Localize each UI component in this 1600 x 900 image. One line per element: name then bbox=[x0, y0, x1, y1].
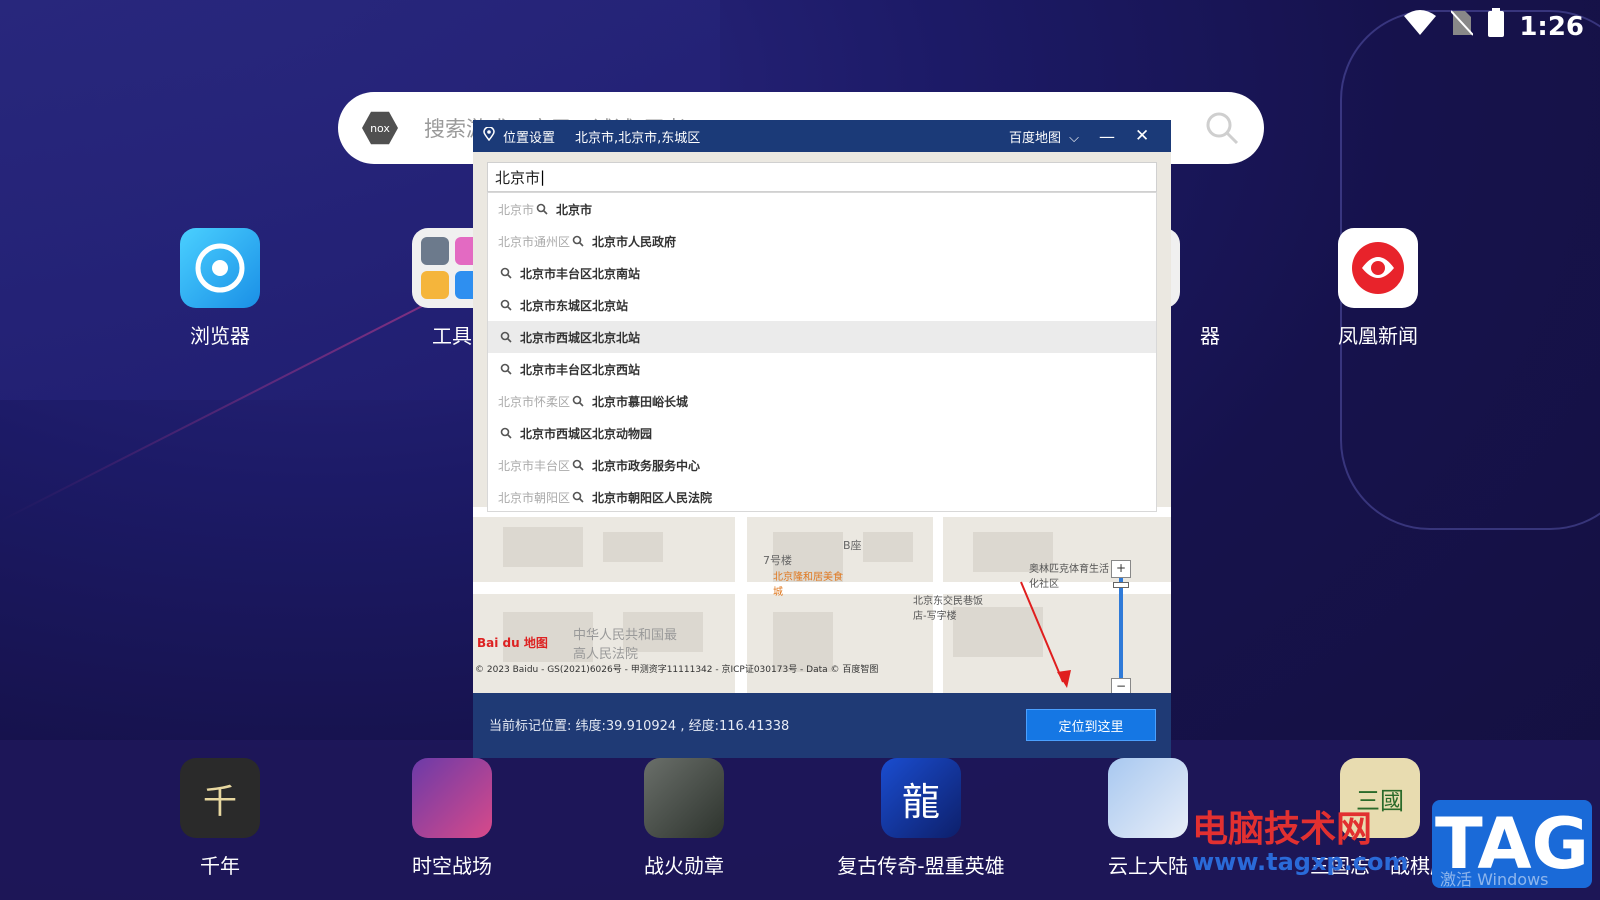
nox-logo-icon: nox bbox=[362, 111, 398, 145]
app-ifeng-news[interactable]: 凤凰新闻 bbox=[1298, 228, 1458, 349]
suggestion-item[interactable]: 北京市西城区北京动物园 bbox=[488, 417, 1156, 449]
map-label: 中华人民共和国最高人民法院 bbox=[573, 628, 678, 662]
search-icon[interactable] bbox=[1204, 110, 1240, 146]
suggestion-name: 北京市西城区北京动物园 bbox=[520, 426, 653, 441]
suggestion-name: 北京市东城区北京站 bbox=[520, 298, 629, 313]
suggestion-name: 北京市政务服务中心 bbox=[592, 458, 701, 473]
map-provider-select[interactable]: 百度地图 ⌵ bbox=[1009, 127, 1079, 146]
chevron-down-icon: ⌵ bbox=[1069, 130, 1080, 146]
dock-app-shikong[interactable]: 时空战场 bbox=[372, 758, 532, 879]
suggestion-item[interactable]: 北京市丰台区北京南站 bbox=[488, 257, 1156, 289]
battery-icon bbox=[1487, 8, 1505, 45]
suggestion-name: 北京市丰台区北京西站 bbox=[520, 362, 641, 377]
zoom-in-button[interactable]: + bbox=[1111, 560, 1131, 578]
search-icon bbox=[572, 235, 584, 247]
suggestion-item[interactable]: 北京市丰台区北京西站 bbox=[488, 353, 1156, 385]
suggestion-name: 北京市 bbox=[556, 202, 593, 217]
suggestion-name: 北京市西城区北京北站 bbox=[520, 330, 641, 345]
watermark-url: www.tagxp.com bbox=[1192, 848, 1409, 876]
map-label: 7号楼 bbox=[763, 554, 792, 567]
search-input-value: 北京市 bbox=[495, 168, 541, 187]
map-label: 北京隆和居美食城 bbox=[773, 572, 843, 598]
map-view[interactable]: 7号楼 北京隆和居美食城 B座 北京东交民巷饭店-写字楼 奥林匹克体育生活化社区… bbox=[473, 152, 1171, 693]
location-settings-dialog: 位置设置 北京市,北京市,东城区 百度地图 ⌵ — ✕ 7号楼 北京隆和居美食城… bbox=[473, 120, 1171, 758]
suggestion-prefix: 北京市怀柔区 bbox=[498, 394, 571, 409]
watermark-site-name: 电脑技术网 bbox=[1192, 809, 1373, 850]
ifeng-news-icon bbox=[1338, 228, 1418, 308]
fugu-icon: 龍 bbox=[881, 758, 961, 838]
dock-app-zhanhuo[interactable]: 战火勋章 bbox=[604, 758, 764, 879]
suggestion-item[interactable]: 北京市西城区北京北站 bbox=[488, 321, 1156, 353]
map-copyright: © 2023 Baidu - GS(2021)6026号 - 甲测资字11111… bbox=[475, 665, 879, 675]
zoom-track[interactable] bbox=[1119, 578, 1123, 678]
suggestion-item[interactable]: 北京市怀柔区 北京市慕田峪长城 bbox=[488, 385, 1156, 417]
minimize-icon[interactable]: — bbox=[1099, 127, 1115, 146]
search-icon bbox=[572, 459, 584, 471]
app-label: 战火勋章 bbox=[644, 854, 724, 878]
suggestion-name: 北京市人民政府 bbox=[592, 234, 677, 249]
suggestion-item[interactable]: 北京市朝阳区 北京市朝阳区人民法院 bbox=[488, 481, 1156, 513]
zoom-out-button[interactable]: − bbox=[1111, 678, 1131, 693]
suggestion-prefix: 北京市通州区 bbox=[498, 234, 571, 249]
baidu-logo: Bai du 地图 bbox=[477, 636, 548, 650]
suggestion-name: 北京市慕田峪长城 bbox=[592, 394, 689, 409]
suggestion-list: 北京市 北京市 北京市通州区 北京市人民政府 北京市丰台区北京南站 北京市东城区北京站 北京… bbox=[487, 192, 1157, 512]
suggestion-item[interactable]: 北京市通州区 北京市人民政府 bbox=[488, 225, 1156, 257]
app-label: 浏览器 bbox=[190, 324, 250, 348]
close-icon[interactable]: ✕ bbox=[1135, 126, 1149, 146]
app-label: 千年 bbox=[200, 854, 240, 878]
search-icon bbox=[500, 299, 512, 311]
dialog-title: 位置设置 bbox=[503, 130, 556, 146]
dialog-titlebar: 位置设置 北京市,北京市,东城区 百度地图 ⌵ — ✕ bbox=[473, 120, 1171, 152]
status-bar: 1:26 bbox=[1403, 8, 1584, 45]
map-label: B座 bbox=[843, 539, 862, 552]
qiannian-icon: 千 bbox=[180, 758, 260, 838]
zoom-slider-handle[interactable] bbox=[1113, 582, 1129, 588]
zoom-control[interactable]: + − bbox=[1111, 560, 1131, 693]
suggestion-name: 北京市丰台区北京南站 bbox=[520, 266, 641, 281]
suggestion-prefix: 北京市 bbox=[498, 202, 535, 217]
activate-windows-text: 激活 Windows bbox=[1440, 870, 1549, 889]
suggestion-item[interactable]: 北京市 北京市 bbox=[488, 193, 1156, 225]
suggestion-prefix: 北京市丰台区 bbox=[498, 458, 571, 473]
wifi-icon bbox=[1403, 10, 1437, 43]
search-icon bbox=[572, 491, 584, 503]
app-label: 凤凰新闻 bbox=[1338, 324, 1418, 348]
app-label: 复古传奇-盟重英雄 bbox=[837, 854, 1005, 878]
suggestion-item[interactable]: 北京市东城区北京站 bbox=[488, 289, 1156, 321]
browser-icon bbox=[180, 228, 260, 308]
search-icon bbox=[572, 395, 584, 407]
search-icon bbox=[500, 427, 512, 439]
no-sim-icon bbox=[1450, 9, 1475, 44]
dock-app-qiannian[interactable]: 千 千年 bbox=[140, 758, 300, 879]
search-icon bbox=[500, 267, 512, 279]
location-search-input[interactable]: 北京市 | bbox=[487, 162, 1157, 192]
suggestion-item[interactable]: 北京市丰台区 北京市政务服务中心 bbox=[488, 449, 1156, 481]
dock-app-fugu[interactable]: 龍 复古传奇-盟重英雄 bbox=[836, 758, 1006, 879]
current-marker-position: 当前标记位置: 纬度:39.910924 , 经度:116.41338 bbox=[489, 719, 790, 734]
map-label: 奥林匹克体育生活化社区 bbox=[1029, 564, 1109, 590]
search-icon bbox=[536, 203, 548, 215]
app-browser[interactable]: 浏览器 bbox=[140, 228, 300, 349]
search-icon bbox=[500, 363, 512, 375]
search-icon bbox=[500, 331, 512, 343]
clock: 1:26 bbox=[1519, 11, 1584, 42]
suggestion-prefix: 北京市朝阳区 bbox=[498, 490, 571, 505]
map-provider-label: 百度地图 bbox=[1009, 130, 1062, 146]
zhanhuo-icon bbox=[644, 758, 724, 838]
shikong-icon bbox=[412, 758, 492, 838]
locate-here-button[interactable]: 定位到这里 bbox=[1026, 709, 1156, 741]
location-pin-icon bbox=[483, 126, 495, 145]
yunshang-icon bbox=[1108, 758, 1188, 838]
suggestion-name: 北京市朝阳区人民法院 bbox=[592, 490, 713, 505]
current-location-label: 北京市,北京市,东城区 bbox=[575, 130, 701, 146]
map-label: 北京东交民巷饭店-写字楼 bbox=[913, 596, 983, 622]
dialog-footer: 当前标记位置: 纬度:39.910924 , 经度:116.41338 定位到这… bbox=[473, 693, 1171, 758]
app-label: 时空战场 bbox=[412, 854, 492, 878]
